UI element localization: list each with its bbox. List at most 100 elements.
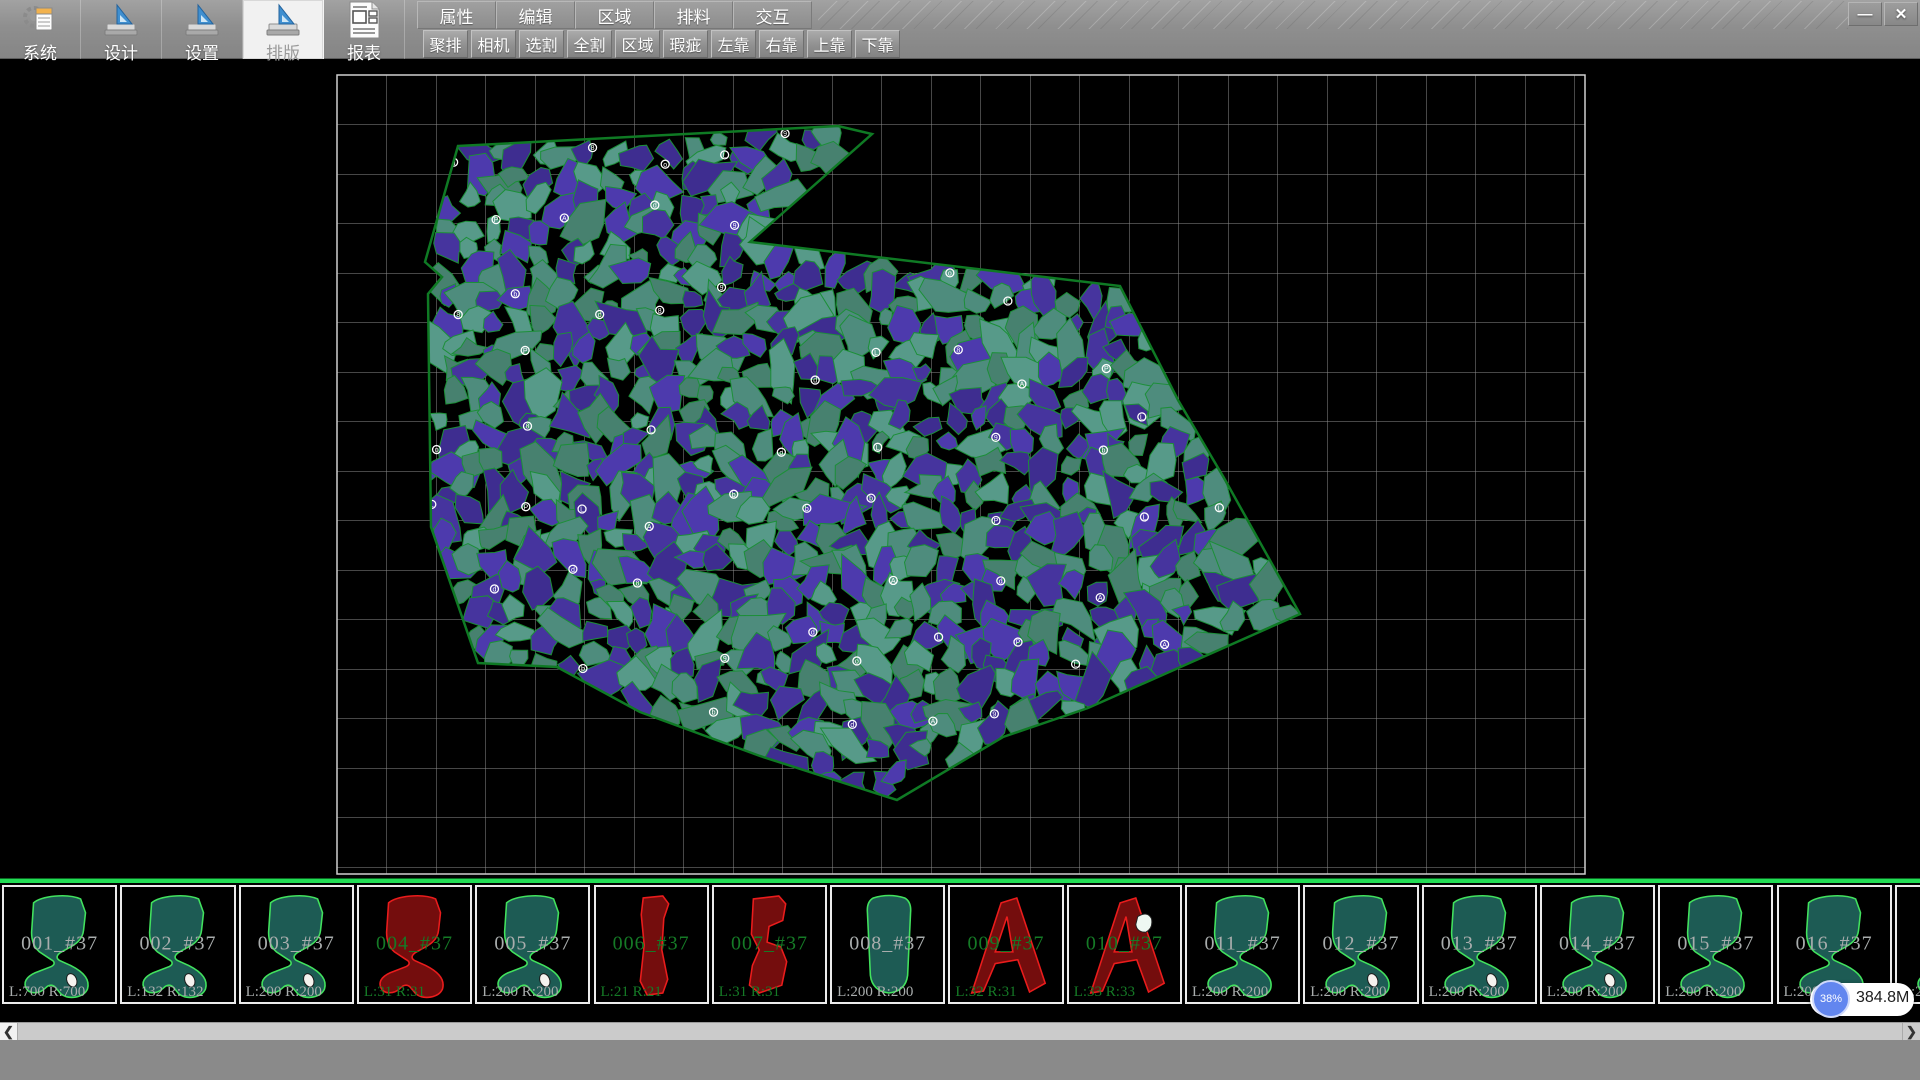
close-button[interactable]: ✕	[1884, 2, 1918, 26]
part-id-label: 006_#37	[596, 932, 707, 955]
svg-text:o: o	[779, 450, 783, 457]
svg-text:b: b	[1101, 448, 1105, 455]
part-thumbnail-9[interactable]: 009_#37 L:32 R:31	[948, 885, 1063, 1004]
app-tab-label: 设置	[185, 39, 219, 64]
parts-filmstrip: 001_#37L:700 R:700002_#37L:132 R:132003_…	[0, 878, 1920, 1022]
part-thumbnail-11[interactable]: 011_#37L:200 R:200	[1185, 885, 1300, 1004]
part-thumbnail-5[interactable]: 005_#37 L:200 R:200	[475, 885, 590, 1004]
progress-percent-badge: 38%	[1812, 980, 1850, 1018]
part-thumbnail-2[interactable]: 002_#37L:132 R:132	[120, 885, 235, 1004]
app-tab-label: 系统	[23, 39, 57, 64]
app-tab-layout[interactable]: 排版	[243, 0, 324, 59]
part-lr-count-label: L:700 R:700	[9, 984, 85, 1001]
svg-text:d: d	[598, 312, 602, 319]
part-lr-count-label: L:200 R:200	[1665, 984, 1741, 1001]
settings-icon	[182, 2, 222, 38]
part-thumbnail-8[interactable]: 008_#37L:200 R:200	[830, 885, 945, 1004]
part-thumbnail-3[interactable]: 003_#37L:200 R:200	[239, 885, 354, 1004]
svg-text:P: P	[1104, 366, 1109, 373]
svg-text:b: b	[581, 666, 585, 673]
part-id-label: 011_#37	[1187, 932, 1298, 955]
svg-text:d: d	[811, 630, 815, 637]
part-thumbnail-15[interactable]: 015_#37L:200 R:200	[1658, 885, 1773, 1004]
svg-text:A: A	[931, 719, 936, 726]
svg-text:8: 8	[526, 424, 530, 431]
part-id-label: 005_#37	[477, 932, 588, 955]
app-tab-system[interactable]: 系统	[0, 0, 81, 59]
svg-text:P: P	[1016, 640, 1021, 647]
menu-item-2[interactable]: 编辑	[496, 1, 575, 29]
svg-text:A: A	[1098, 595, 1103, 602]
menu-item-3[interactable]: 区域	[575, 1, 654, 29]
app-tab-design[interactable]: 设计	[81, 0, 162, 59]
menu-item-4[interactable]: 排料	[654, 1, 733, 29]
tool-button-10[interactable]: 下靠	[855, 30, 900, 58]
tool-button-6[interactable]: 瑕疵	[663, 30, 708, 58]
part-thumbnail-14[interactable]: 014_#37 L:200 R:200	[1540, 885, 1655, 1004]
part-thumbnail-7[interactable]: 007_#37L:31 R:31	[712, 885, 827, 1004]
svg-text:A: A	[891, 578, 896, 585]
tool-button-4[interactable]: 全割	[567, 30, 612, 58]
svg-text:d: d	[492, 587, 496, 594]
svg-text:8: 8	[635, 581, 639, 588]
tool-button-2[interactable]: 相机	[471, 30, 516, 58]
svg-text:9: 9	[720, 285, 724, 292]
progress-overlay[interactable]: 384.8M 38%	[1810, 980, 1914, 1018]
part-lr-count-label: L:200 R:200	[246, 984, 322, 1001]
tool-bar: 聚排相机选割全割区域瑕疵左靠右靠上靠下靠	[423, 30, 900, 58]
svg-text:d: d	[999, 578, 1003, 585]
part-id-label: 008_#37	[832, 932, 943, 955]
part-id-label: 016_#37	[1779, 932, 1890, 955]
app-tab-report[interactable]: 报表	[324, 0, 405, 59]
svg-text:P: P	[494, 217, 499, 224]
part-lr-count-label: L:200 R:200	[1310, 984, 1386, 1001]
svg-text:d: d	[850, 722, 854, 729]
part-thumbnail-10[interactable]: 010_#37L:33 R:33	[1067, 885, 1182, 1004]
scroll-left-button[interactable]: ❮	[0, 1023, 18, 1041]
svg-text:b: b	[805, 506, 809, 513]
tool-button-9[interactable]: 上靠	[807, 30, 852, 58]
app-tab-settings[interactable]: 设置	[162, 0, 243, 59]
nesting-canvas[interactable]: d8oL9PAd98bd89oLPdL8APo8LoL9bLLPLAbbbPLL…	[0, 60, 1920, 878]
svg-text:L: L	[723, 152, 727, 159]
part-id-label: 010_#37	[1069, 932, 1180, 955]
part-id-label: 014_#37	[1542, 932, 1653, 955]
part-thumbnail-13[interactable]: 013_#37L:200 R:200	[1422, 885, 1537, 1004]
minimize-button[interactable]: —	[1848, 2, 1882, 26]
part-thumbnail-12[interactable]: 012_#37L:200 R:200	[1303, 885, 1418, 1004]
svg-text:8: 8	[658, 308, 662, 315]
scroll-right-button[interactable]: ❯	[1902, 1023, 1920, 1041]
part-thumbnail-4[interactable]: 004_#37L:31 R:31	[357, 885, 472, 1004]
title-toolbar: 系统设计设置排版报表 属性编辑区域排料交互 聚排相机选割全割区域瑕疵左靠右靠上靠…	[0, 0, 1920, 59]
menu-item-5[interactable]: 交互	[733, 1, 812, 29]
tool-button-1[interactable]: 聚排	[423, 30, 468, 58]
svg-text:b: b	[732, 492, 736, 499]
tool-button-8[interactable]: 右靠	[759, 30, 804, 58]
svg-text:L: L	[876, 445, 880, 452]
app-tab-bar: 系统设计设置排版报表	[0, 0, 405, 59]
part-lr-count-label: L:200 R:200	[482, 984, 558, 1001]
svg-text:L: L	[937, 635, 941, 642]
tool-button-5[interactable]: 区域	[615, 30, 660, 58]
svg-text:L: L	[649, 427, 653, 434]
part-thumbnail-6[interactable]: 006_#37 L:21 R:21	[594, 885, 709, 1004]
svg-text:o: o	[948, 270, 952, 277]
part-lr-count-label: L:32 R:31	[955, 984, 1016, 1001]
part-id-label: 007_#37	[714, 932, 825, 955]
part-lr-count-label: L:200 R:200	[1547, 984, 1623, 1001]
filmstrip-scrollbar[interactable]: ❮ ❯	[0, 1022, 1920, 1040]
status-bar	[0, 1040, 1920, 1080]
layout-icon	[263, 2, 303, 38]
part-lr-count-label: L:21 R:21	[601, 984, 662, 1001]
hide-layout-drawing[interactable]: d8oL9PAd98bd89oLPdL8APo8LoL9bLLPLAbbbPLL…	[0, 60, 1920, 878]
part-lr-count-label: L:132 R:132	[127, 984, 203, 1001]
tool-button-3[interactable]: 选割	[519, 30, 564, 58]
svg-text:A: A	[1162, 642, 1167, 649]
part-id-label: 009_#37	[950, 932, 1061, 955]
tool-button-7[interactable]: 左靠	[711, 30, 756, 58]
menu-item-1[interactable]: 属性	[417, 1, 496, 29]
svg-text:P: P	[523, 348, 528, 355]
svg-text:d: d	[813, 378, 817, 385]
svg-text:o: o	[855, 659, 859, 666]
part-thumbnail-1[interactable]: 001_#37L:700 R:700	[2, 885, 117, 1004]
